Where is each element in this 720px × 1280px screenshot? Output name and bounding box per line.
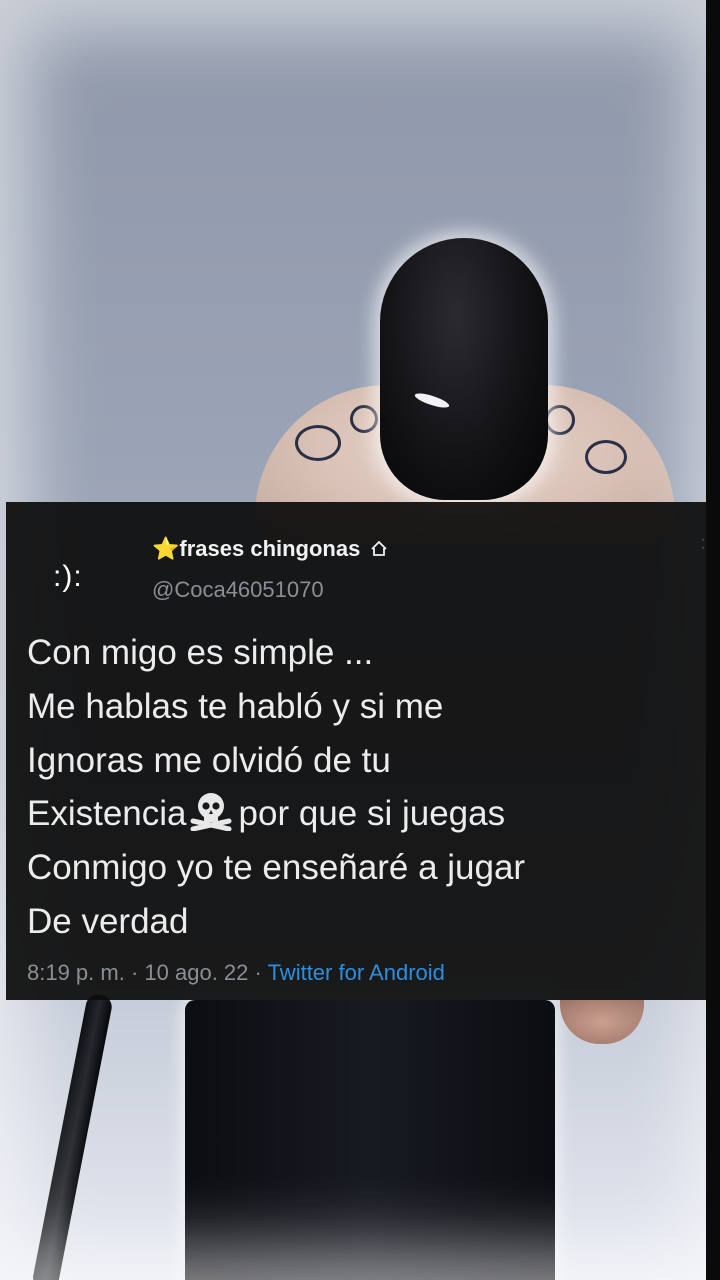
skull-crossbones-icon <box>190 793 232 832</box>
tweet-date[interactable]: 10 ago. 22 <box>144 960 248 985</box>
tweet-meta: 8:19 p. m. · 10 ago. 22 · Twitter for An… <box>27 960 445 986</box>
tweet-line-part: Existencia <box>27 794 187 834</box>
tweet-line: Con migo es simple ... <box>27 633 374 672</box>
tweet-line-part: por que si juegas <box>238 794 506 834</box>
tweet-time[interactable]: 8:19 p. m. <box>27 960 125 985</box>
meta-separator: · <box>254 960 262 985</box>
tweet-line: Me hablas te habló y si me <box>27 686 444 726</box>
display-name-text: ⭐frases chingonas <box>152 536 361 561</box>
tweet-line: Conmigo yo te enseñaré a jugar <box>27 848 526 888</box>
tweet-text: Con migo es simple ... Me hablas te habl… <box>27 626 707 949</box>
tweet-line: Ignoras me olvidó de tu <box>27 740 391 780</box>
tweet-line-with-emoji: Existencia por que si juegas <box>27 787 707 841</box>
avatar[interactable]: :): <box>53 560 83 594</box>
house-outline-icon <box>371 540 388 556</box>
user-handle[interactable]: @Coca46051070 <box>152 577 324 603</box>
more-options-icon[interactable]: · · <box>700 532 706 556</box>
display-name[interactable]: ⭐frases chingonas <box>152 536 388 562</box>
meta-separator: · <box>130 960 139 985</box>
tweet-source-link[interactable]: Twitter for Android <box>268 960 445 985</box>
tweet-line: De verdad <box>27 901 189 941</box>
